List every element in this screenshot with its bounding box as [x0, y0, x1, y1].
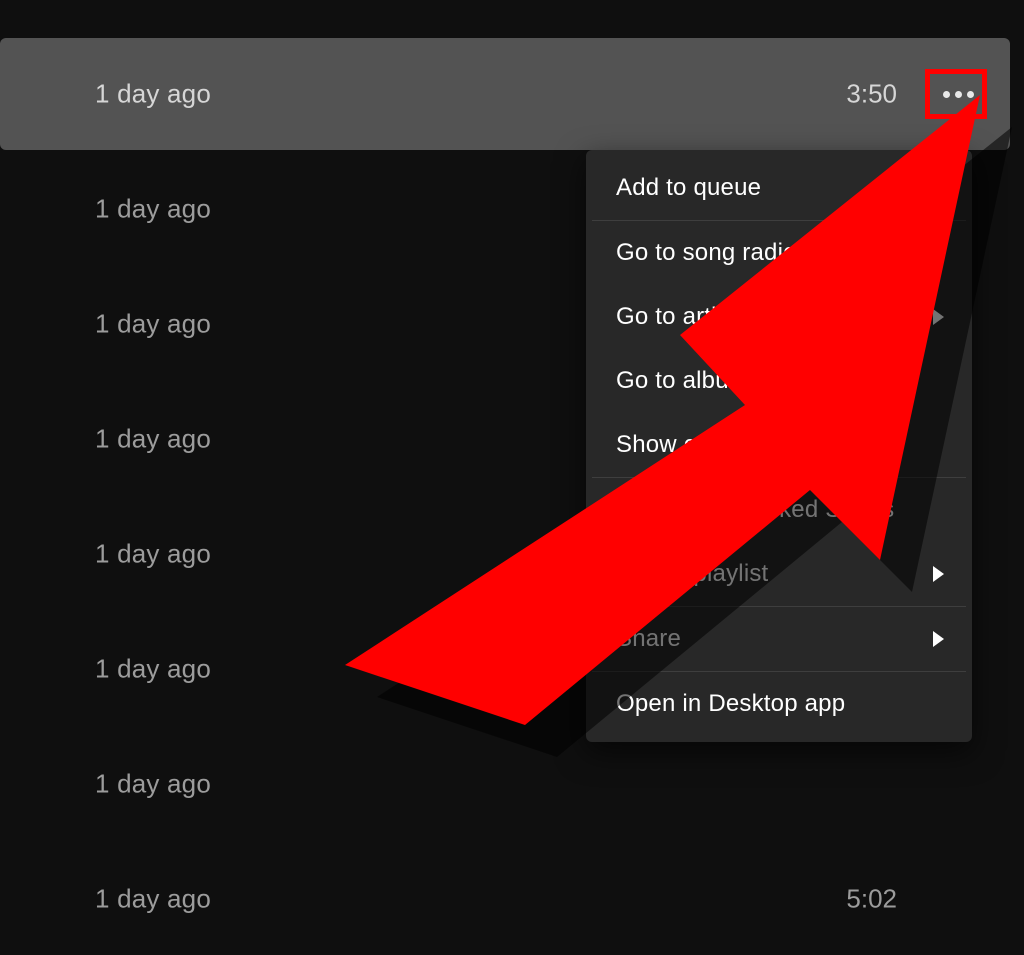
date-added-cell: 1 day ago — [95, 79, 211, 110]
menu-item-add-to-queue[interactable]: Add to queue — [592, 156, 966, 220]
menu-item-label: Open in Desktop app — [616, 690, 845, 717]
menu-item-open-in-desktop-app[interactable]: Open in Desktop app — [592, 672, 966, 736]
date-added-cell: 1 day ago — [95, 194, 211, 225]
menu-item-show-credits[interactable]: Show credits — [592, 413, 966, 477]
menu-item-go-to-artist[interactable]: Go to artist — [592, 285, 966, 349]
chevron-right-icon — [933, 631, 944, 647]
date-added-cell: 1 day ago — [95, 539, 211, 570]
duration-cell: 3:50 — [846, 79, 897, 110]
menu-item-label: Go to artist — [616, 303, 736, 330]
track-row[interactable]: 1 day ago 5:02 — [0, 843, 1010, 955]
menu-item-go-to-album[interactable]: Go to album — [592, 349, 966, 413]
date-added-cell: 1 day ago — [95, 884, 211, 915]
menu-item-label: Add to queue — [616, 174, 761, 201]
menu-item-label: Go to song radio — [616, 239, 797, 266]
track-row[interactable]: 1 day ago — [0, 728, 1010, 840]
duration-cell: 5:02 — [846, 884, 897, 915]
chevron-right-icon — [933, 566, 944, 582]
track-row[interactable]: 1 day ago 3:50 — [0, 38, 1010, 150]
date-added-cell: 1 day ago — [95, 654, 211, 685]
menu-item-label: Go to album — [616, 367, 749, 394]
menu-item-label: Share — [616, 625, 681, 652]
menu-item-add-to-playlist[interactable]: Add to playlist — [592, 542, 966, 606]
track-context-menu: Add to queue Go to song radio Go to arti… — [586, 150, 972, 742]
date-added-cell: 1 day ago — [95, 424, 211, 455]
menu-item-share[interactable]: Share — [592, 607, 966, 671]
date-added-cell: 1 day ago — [95, 309, 211, 340]
menu-item-go-to-song-radio[interactable]: Go to song radio — [592, 221, 966, 285]
more-options-button[interactable] — [930, 66, 986, 122]
date-added-cell: 1 day ago — [95, 769, 211, 800]
menu-item-label: Save to your Liked Songs — [616, 496, 894, 523]
menu-item-label: Add to playlist — [616, 560, 768, 587]
menu-item-save-to-liked-songs[interactable]: Save to your Liked Songs — [592, 478, 966, 542]
chevron-right-icon — [933, 309, 944, 325]
menu-item-label: Show credits — [616, 431, 756, 458]
